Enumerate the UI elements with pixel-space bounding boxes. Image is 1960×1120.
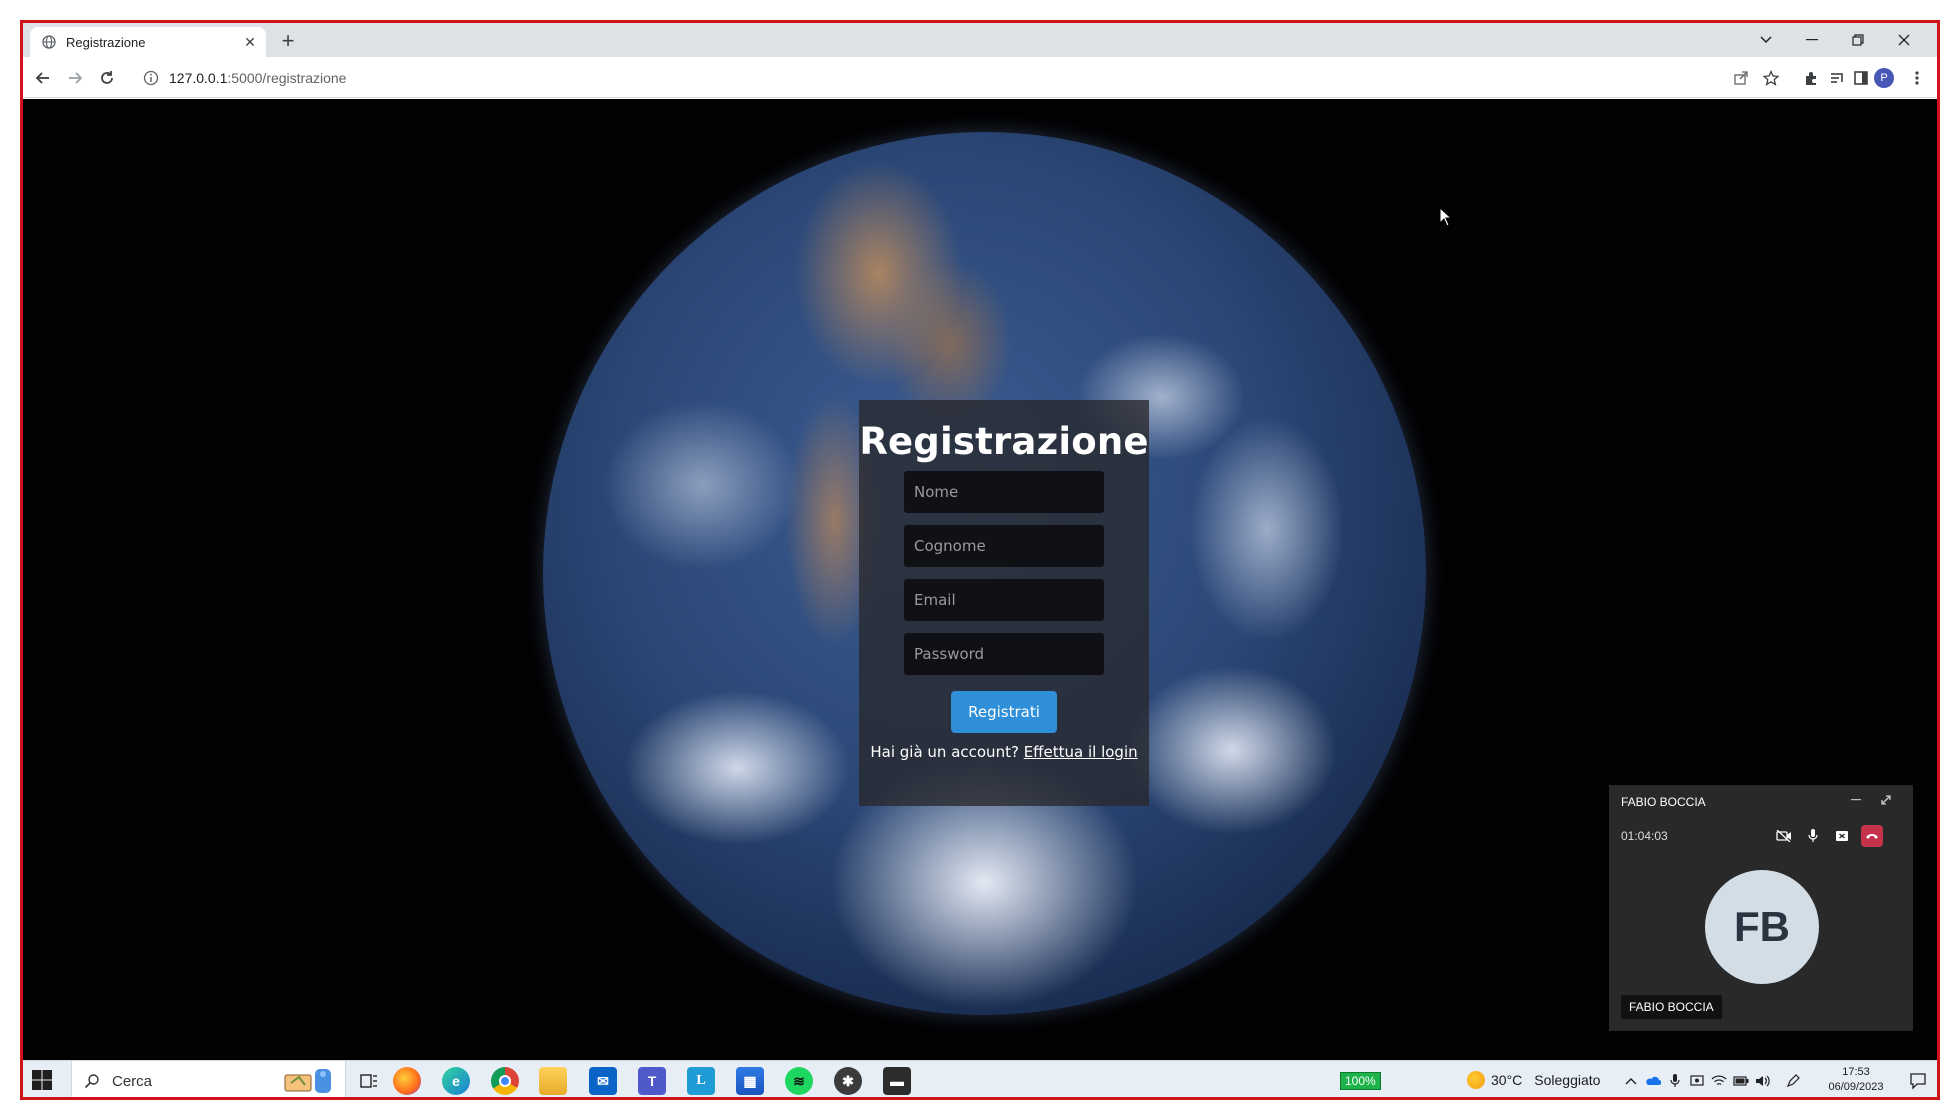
camera-off-icon[interactable] [1773, 825, 1795, 847]
mail-icon[interactable]: ✉ [589, 1067, 617, 1095]
search-icon [84, 1074, 99, 1089]
hang-up-icon[interactable] [1861, 825, 1883, 847]
spotify-icon[interactable]: ≋ [785, 1067, 813, 1095]
app-l-icon[interactable]: L [687, 1067, 715, 1095]
expand-call-icon[interactable] [1875, 789, 1897, 811]
notifications-icon[interactable] [1909, 1072, 1927, 1095]
login-prompt: Hai già un account? Effettua il login [859, 743, 1149, 761]
profile-avatar[interactable]: P [1874, 68, 1894, 88]
page-viewport: Registrazione Registrati Hai già un acco… [23, 99, 1937, 1097]
browser-toolbar: 127.0.0.1:5000/registrazione P [23, 57, 1937, 98]
back-button[interactable] [29, 64, 57, 92]
sun-icon [1467, 1071, 1485, 1089]
screen-share-tray-icon[interactable] [1689, 1073, 1705, 1089]
nome-input[interactable] [904, 471, 1104, 513]
register-button[interactable]: Registrati [951, 691, 1057, 733]
game-app-icon[interactable]: ✱ [834, 1067, 862, 1095]
show-hidden-icons-chevron-icon[interactable] [1623, 1073, 1639, 1089]
microphone-tray-icon[interactable] [1667, 1073, 1683, 1089]
url-path: :5000/registrazione [227, 69, 347, 86]
firefox-icon[interactable] [393, 1067, 421, 1095]
info-icon[interactable] [143, 70, 159, 86]
share-icon[interactable] [1729, 66, 1753, 90]
windows-start-icon[interactable] [31, 1069, 55, 1093]
pen-icon[interactable] [1785, 1073, 1801, 1089]
side-panel-icon[interactable] [1849, 66, 1873, 90]
windows-taskbar: Cerca e ✉ T L ▦ ≋ ✱ ▬ 100% 30°C Soleggia… [23, 1060, 1937, 1097]
tab-title: Registrazione [66, 34, 146, 50]
teams-icon[interactable]: T [638, 1067, 666, 1095]
edge-icon[interactable]: e [442, 1067, 470, 1095]
terminal-icon[interactable]: ▬ [883, 1067, 911, 1095]
globe-icon [42, 35, 56, 49]
login-link[interactable]: Effettua il login [1024, 743, 1138, 761]
new-tab-button[interactable]: + [275, 29, 301, 55]
battery-tray-icon[interactable] [1733, 1073, 1749, 1089]
onedrive-icon[interactable] [1645, 1073, 1661, 1089]
forward-button[interactable] [61, 64, 89, 92]
participant-label: FABIO BOCCIA [1621, 995, 1722, 1019]
taskbar-search[interactable]: Cerca [71, 1061, 346, 1097]
menu-kebab-icon[interactable] [1905, 66, 1929, 90]
address-bar[interactable]: 127.0.0.1:5000/registrazione [129, 62, 1729, 93]
file-explorer-icon[interactable] [539, 1067, 567, 1095]
registration-card: Registrazione Registrati Hai già un acco… [859, 400, 1149, 806]
caller-avatar: FB [1705, 870, 1819, 984]
search-placeholder: Cerca [112, 1072, 153, 1090]
minimize-call-icon[interactable] [1845, 789, 1867, 811]
minimize-button[interactable] [1789, 23, 1835, 57]
bookmark-star-icon[interactable] [1759, 66, 1783, 90]
close-window-button[interactable] [1881, 23, 1927, 57]
call-widget[interactable]: FABIO BOCCIA 01:04:03 FB FABIO BOCCIA [1609, 785, 1913, 1031]
reload-button[interactable] [93, 64, 121, 92]
taskbar-clock[interactable]: 17:53 06/09/2023 [1818, 1065, 1894, 1095]
call-duration: 01:04:03 [1621, 829, 1668, 843]
volume-icon[interactable] [1755, 1073, 1771, 1089]
microsoft-store-icon[interactable]: ▦ [736, 1067, 764, 1095]
microphone-icon[interactable] [1802, 825, 1824, 847]
tab-registrazione[interactable]: Registrazione ✕ [30, 27, 266, 57]
weather-description: Soleggiato [1534, 1072, 1601, 1088]
email-input[interactable] [904, 579, 1104, 621]
tab-search-icon[interactable] [1743, 23, 1789, 57]
restore-button[interactable] [1835, 23, 1881, 57]
weather-widget[interactable]: 30°C Soleggiato [1467, 1071, 1600, 1089]
page-title: Registrazione [859, 420, 1149, 463]
password-input[interactable] [904, 633, 1104, 675]
clock-date: 06/09/2023 [1828, 1081, 1884, 1093]
caller-name: FABIO BOCCIA [1621, 795, 1706, 809]
task-view-icon[interactable] [355, 1067, 383, 1095]
wifi-icon[interactable] [1711, 1073, 1727, 1089]
login-prompt-text: Hai già un account? [870, 743, 1019, 761]
chrome-icon[interactable] [491, 1067, 519, 1095]
cognome-input[interactable] [904, 525, 1104, 567]
share-screen-icon[interactable] [1831, 825, 1853, 847]
media-queue-icon[interactable] [1825, 66, 1849, 90]
screen-frame: Registrazione ✕ + 127.0.0.1:5000/regist… [20, 20, 1940, 1100]
url-host: 127.0.0.1 [169, 69, 228, 86]
weather-temp: 30°C [1491, 1072, 1523, 1088]
tab-strip: Registrazione ✕ + [23, 23, 1937, 57]
clock-time: 17:53 [1842, 1066, 1870, 1078]
extensions-icon[interactable] [1799, 66, 1823, 90]
search-highlight-icon [277, 1065, 337, 1097]
close-tab-icon[interactable]: ✕ [242, 34, 258, 51]
battery-indicator[interactable]: 100% [1340, 1072, 1381, 1090]
mouse-cursor-icon [1439, 206, 1453, 232]
